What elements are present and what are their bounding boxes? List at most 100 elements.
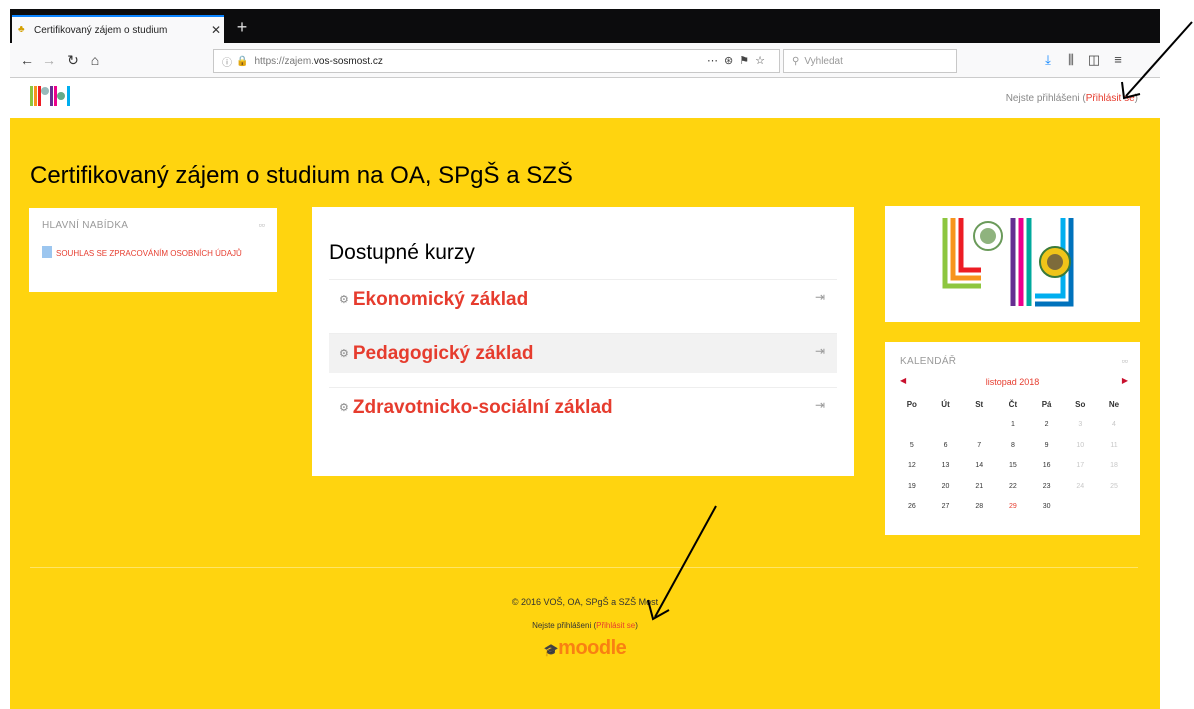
forward-icon[interactable]: → — [40, 51, 58, 69]
home-icon[interactable]: ⌂ — [86, 51, 104, 69]
calendar-day[interactable]: 1 — [996, 421, 1030, 428]
header-login-prefix: Nejste přihlášeni ( — [1005, 93, 1086, 104]
next-month-icon[interactable]: ▶ — [1122, 376, 1128, 385]
footer-divider — [30, 567, 1138, 568]
enrol-icon[interactable]: ⇥ — [815, 344, 825, 358]
header-login-suffix: ) — [1134, 93, 1138, 104]
course-icon: ⚙ — [339, 402, 349, 414]
calendar-day[interactable]: 9 — [1030, 442, 1064, 449]
library-icon[interactable]: ⫼ — [1063, 52, 1079, 68]
calendar-weekday: Po — [906, 399, 917, 409]
enrol-icon[interactable]: ⇥ — [815, 290, 825, 304]
pocket-icon[interactable]: ⊛ — [724, 55, 739, 67]
page-title: Certifikovaný zájem o studium na OA, SPg… — [30, 162, 573, 189]
calendar-day[interactable]: 22 — [996, 483, 1030, 490]
moodle-brand: moodle — [558, 637, 627, 659]
calendar-day[interactable]: 26 — [895, 503, 929, 510]
calendar-day[interactable]: 10 — [1063, 442, 1097, 449]
search-placeholder: Vyhledat — [804, 55, 843, 67]
download-icon[interactable]: ⤓ — [1040, 52, 1056, 68]
close-tab-icon[interactable]: ✕ — [208, 23, 224, 37]
calendar-weekday: Ne — [1108, 399, 1120, 409]
consent-link-label: SOUHLAS SE ZPRACOVÁNÍM OSOBNÍCH ÚDAJŮ — [56, 249, 242, 258]
course-icon: ⚙ — [339, 348, 349, 360]
footer-login-suffix: ) — [635, 621, 638, 630]
menu-icon[interactable]: ≡ — [1110, 52, 1126, 67]
header-login-info: Nejste přihlášeni (Přihlásit se) — [1006, 93, 1138, 104]
calendar-day[interactable]: 23 — [1030, 483, 1064, 490]
browser-tab[interactable]: ♣ Certifikovaný zájem o studium ✕ — [12, 15, 224, 43]
url-text: https://zajem.vos-sosmost.cz — [254, 56, 382, 67]
calendar-day[interactable]: 12 — [895, 462, 929, 469]
calendar-week-row: 5 6 7 8 9 10 11 — [895, 435, 1131, 456]
calendar-day[interactable]: 6 — [929, 442, 963, 449]
new-tab-icon[interactable]: + — [232, 17, 252, 37]
calendar-day[interactable]: 5 — [895, 442, 929, 449]
calendar-day[interactable]: 17 — [1063, 462, 1097, 469]
calendar-weekday: Čt — [1008, 399, 1018, 409]
page-actions[interactable]: ⋯⊛⚑☆ — [707, 54, 771, 67]
url-domain: vos-sosmost.cz — [313, 55, 383, 67]
site-logo-icon[interactable] — [28, 82, 74, 110]
course-name[interactable]: Pedagogický základ — [353, 343, 534, 365]
calendar-day[interactable]: 21 — [962, 483, 996, 490]
calendar-day[interactable]: 14 — [962, 462, 996, 469]
browser-tab-bar: ♣ Certifikovaný zájem o studium ✕ + — [10, 9, 1160, 43]
back-icon[interactable]: ← — [18, 51, 36, 69]
footer-copyright: © 2016 VOŠ, OA, SPgŠ a SZŠ Most — [511, 597, 659, 607]
moodle-favicon-icon: ♣ — [18, 24, 25, 35]
calendar-day[interactable]: 28 — [962, 503, 996, 510]
block-dock-icon[interactable]: ▫▫ — [1122, 356, 1128, 366]
sidebar-icon[interactable]: ◫ — [1086, 52, 1102, 68]
moodle-logo[interactable]: 🎓moodle — [10, 637, 1160, 660]
calendar-day[interactable]: 30 — [1030, 503, 1064, 510]
url-prefix: https://zajem. — [254, 55, 314, 67]
calendar-day[interactable]: 25 — [1097, 483, 1131, 490]
calendar-weekday: Pá — [1041, 399, 1052, 409]
info-icon[interactable]: ⓘ — [222, 54, 232, 69]
calendar-weekday-row: Po Út St Čt Pá So Ne — [895, 394, 1131, 415]
bookmark-star-icon[interactable]: ☆ — [755, 55, 771, 67]
calendar-weekday: Út — [941, 399, 950, 409]
url-bar[interactable]: ⓘ 🔒 https://zajem.vos-sosmost.cz ⋯⊛⚑☆ — [213, 49, 780, 73]
header-login-link[interactable]: Přihlásit se — [1086, 93, 1135, 104]
calendar-day[interactable]: 27 — [929, 503, 963, 510]
calendar-day[interactable]: 11 — [1097, 442, 1131, 449]
more-icon[interactable]: ⋯ — [707, 55, 724, 67]
course-item[interactable]: ⚙ Pedagogický základ ⇥ — [329, 333, 837, 373]
footer-login-link[interactable]: Přihlásit se — [596, 621, 635, 630]
calendar-day[interactable]: 24 — [1063, 483, 1097, 490]
calendar-day[interactable]: 8 — [996, 442, 1030, 449]
course-name[interactable]: Ekonomický základ — [353, 289, 528, 311]
course-item[interactable]: ⚙ Zdravotnicko-sociální základ ⇥ — [329, 387, 837, 427]
block-dock-icon[interactable]: ▫▫ — [259, 220, 265, 230]
reader-icon[interactable]: ⚑ — [739, 55, 755, 67]
calendar-day[interactable]: 13 — [929, 462, 963, 469]
calendar-day[interactable]: 18 — [1097, 462, 1131, 469]
calendar-day[interactable]: 4 — [1097, 421, 1131, 428]
course-item[interactable]: ⚙ Ekonomický základ ⇥ — [329, 279, 837, 319]
calendar-day[interactable]: 29 — [996, 503, 1030, 510]
calendar-day[interactable]: 7 — [962, 442, 996, 449]
calendar-week-row: 12 13 14 15 16 17 18 — [895, 456, 1131, 477]
calendar-day[interactable]: 16 — [1030, 462, 1064, 469]
enrol-icon[interactable]: ⇥ — [815, 398, 825, 412]
calendar-day[interactable]: 2 — [1030, 421, 1064, 428]
search-input[interactable]: ⚲ Vyhledat — [783, 49, 957, 73]
reload-icon[interactable]: ↻ — [64, 51, 82, 69]
calendar-day[interactable]: 20 — [929, 483, 963, 490]
calendar-weekday: St — [975, 399, 984, 409]
school-logo-icon — [942, 218, 1074, 307]
lock-icon: 🔒 — [236, 55, 249, 67]
calendar-week-row: 19 20 21 22 23 24 25 — [895, 476, 1131, 497]
calendar-day[interactable]: 19 — [895, 483, 929, 490]
main-menu-block: HLAVNÍ NABÍDKA ▫▫ SOUHLAS SE ZPRACOVÁNÍM… — [29, 208, 277, 292]
calendar-day[interactable]: 15 — [996, 462, 1030, 469]
footer-login-prefix: Nejste přihlášeni ( — [532, 621, 597, 630]
calendar-day[interactable]: 3 — [1063, 421, 1097, 428]
calendar-month[interactable]: listopad 2018 — [885, 377, 1140, 387]
browser-nav-bar: ← → ↻ ⌂ ⓘ 🔒 https://zajem.vos-sosmost.cz… — [10, 43, 1160, 78]
consent-link[interactable]: SOUHLAS SE ZPRACOVÁNÍM OSOBNÍCH ÚDAJŮ — [42, 246, 242, 260]
course-name[interactable]: Zdravotnicko-sociální základ — [353, 397, 613, 419]
calendar-heading: KALENDÁŘ — [900, 356, 957, 367]
